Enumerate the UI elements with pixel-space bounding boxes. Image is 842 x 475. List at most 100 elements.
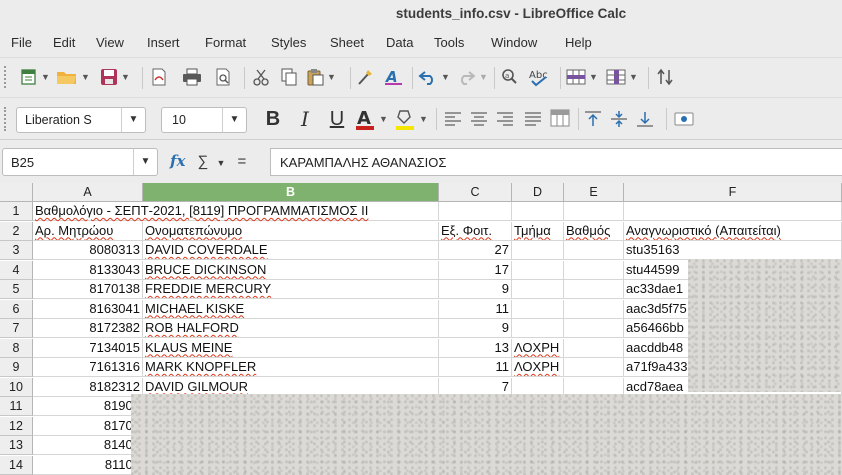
cell-a[interactable]: 81400: [33, 436, 143, 455]
name-box[interactable]: B25 ▼: [2, 148, 158, 176]
cell-d[interactable]: [512, 299, 564, 319]
column-header-d[interactable]: D: [512, 183, 564, 202]
menu-tools[interactable]: Tools: [434, 35, 464, 50]
cell-c[interactable]: 27: [439, 241, 512, 260]
row-header[interactable]: 14: [0, 455, 33, 475]
row-header[interactable]: 4: [0, 260, 33, 280]
italic-icon[interactable]: I: [294, 106, 316, 132]
row-header[interactable]: 3: [0, 241, 33, 260]
align-left-icon[interactable]: [444, 108, 462, 130]
align-middle-icon[interactable]: [610, 108, 628, 130]
redo-icon[interactable]: ▼: [456, 66, 488, 88]
cut-icon[interactable]: [252, 66, 270, 88]
cell-b[interactable]: Ονοματεπώνυμο: [143, 221, 439, 241]
menu-sheet[interactable]: Sheet: [330, 35, 364, 50]
cell-e[interactable]: [564, 241, 624, 260]
cell-b[interactable]: MARK KNOPFLER: [143, 358, 439, 377]
new-icon[interactable]: ▼: [20, 66, 50, 88]
toolbar-grip[interactable]: [4, 107, 8, 131]
cell-e[interactable]: [564, 319, 624, 338]
row-icon[interactable]: ▼: [566, 66, 598, 88]
align-right-icon[interactable]: [496, 108, 514, 130]
row-header[interactable]: 11: [0, 397, 33, 416]
spelling-icon[interactable]: Abc: [528, 66, 552, 88]
chevron-down-icon[interactable]: ▼: [133, 149, 157, 175]
menu-file[interactable]: File: [11, 35, 32, 50]
cell-d[interactable]: ΛΟΧΡΗ: [512, 358, 564, 377]
cell-e[interactable]: [564, 280, 624, 299]
cell-d[interactable]: [512, 260, 564, 280]
column-icon[interactable]: ▼: [606, 66, 638, 88]
currency-icon[interactable]: [674, 108, 694, 130]
cell-f[interactable]: stu35163: [624, 241, 842, 260]
row-header[interactable]: 7: [0, 319, 33, 338]
cell-c[interactable]: 9: [439, 319, 512, 338]
cell-d[interactable]: [512, 202, 564, 221]
column-header-e[interactable]: E: [564, 183, 624, 202]
select-all-corner[interactable]: [0, 183, 33, 202]
cell-f[interactable]: Αναγνωριστικό (Απαιτείται): [624, 221, 842, 241]
save-icon[interactable]: ▼: [100, 66, 130, 88]
menu-edit[interactable]: Edit: [53, 35, 75, 50]
row-header[interactable]: 5: [0, 280, 33, 299]
menu-styles[interactable]: Styles: [271, 35, 306, 50]
clone-formatting-icon[interactable]: [356, 66, 374, 88]
row-header[interactable]: 9: [0, 358, 33, 377]
formula-input[interactable]: ΚΑΡΑΜΠΑΛΗΣ ΑΘΑΝΑΣΙΟΣ: [270, 148, 842, 176]
undo-icon[interactable]: ▼: [418, 66, 450, 88]
print-preview-icon[interactable]: [214, 66, 232, 88]
cell-c[interactable]: 9: [439, 280, 512, 299]
font-size-combobox[interactable]: 10 ▼: [161, 107, 247, 133]
cell-a[interactable]: 8172382: [33, 319, 143, 338]
menu-data[interactable]: Data: [386, 35, 413, 50]
row-header[interactable]: 2: [0, 221, 33, 241]
row-header[interactable]: 12: [0, 416, 33, 436]
cell-c[interactable]: 13: [439, 338, 512, 358]
cell-a[interactable]: 7161316: [33, 358, 143, 377]
cell-a[interactable]: 81900: [33, 397, 143, 416]
cell-a[interactable]: Βαθμολόγιο - ΣΕΠΤ-2021, [8119] ΠΡΟΓΡΑΜΜΑ…: [33, 202, 368, 221]
function-wizard-icon[interactable]: fx: [170, 152, 185, 170]
cell-a[interactable]: 8133043: [33, 260, 143, 280]
cell-d[interactable]: [512, 280, 564, 299]
cell-a[interactable]: 8163041: [33, 299, 143, 319]
chevron-down-icon[interactable]: ▼: [121, 108, 145, 132]
row-header[interactable]: 1: [0, 202, 33, 221]
cell-e[interactable]: [564, 338, 624, 358]
cell-e[interactable]: Βαθμός: [564, 221, 624, 241]
open-icon[interactable]: ▼: [56, 66, 90, 88]
cell-a[interactable]: 8182312: [33, 377, 143, 397]
cell-c[interactable]: 11: [439, 358, 512, 377]
toolbar-grip[interactable]: [4, 66, 8, 88]
font-name-combobox[interactable]: Liberation S ▼: [16, 107, 146, 133]
row-header[interactable]: 10: [0, 377, 33, 397]
cell-c[interactable]: 17: [439, 260, 512, 280]
find-replace-icon[interactable]: a: [500, 66, 520, 88]
row-header[interactable]: 8: [0, 338, 33, 358]
cell-d[interactable]: ΛΟΧΡΗ: [512, 338, 564, 358]
row-header[interactable]: 6: [0, 299, 33, 319]
menu-view[interactable]: View: [96, 35, 124, 50]
cell-d[interactable]: [512, 241, 564, 260]
menu-window[interactable]: Window: [491, 35, 537, 50]
sort-ascending-icon[interactable]: [656, 66, 678, 88]
cell-c[interactable]: Εξ. Φοιτ.: [439, 221, 512, 241]
menu-help[interactable]: Help: [565, 35, 592, 50]
cell-d[interactable]: [512, 319, 564, 338]
clear-formatting-icon[interactable]: A: [384, 66, 404, 88]
cell-c[interactable]: 11: [439, 299, 512, 319]
print-icon[interactable]: [182, 66, 202, 88]
row-header[interactable]: 13: [0, 436, 33, 455]
cell-b[interactable]: BRUCE DICKINSON: [143, 260, 439, 280]
menu-insert[interactable]: Insert: [147, 35, 180, 50]
cell-a[interactable]: 8080313: [33, 241, 143, 260]
cell-b[interactable]: KLAUS MEINE: [143, 338, 439, 358]
cell-b[interactable]: FREDDIE MERCURY: [143, 280, 439, 299]
column-header-b[interactable]: B: [143, 183, 439, 202]
menu-format[interactable]: Format: [205, 35, 246, 50]
cell-a[interactable]: Αρ. Μητρώου: [33, 221, 143, 241]
align-bottom-icon[interactable]: [636, 108, 654, 130]
bold-icon[interactable]: B: [262, 106, 284, 132]
justify-icon[interactable]: [524, 108, 542, 130]
underline-icon[interactable]: U: [326, 106, 348, 132]
